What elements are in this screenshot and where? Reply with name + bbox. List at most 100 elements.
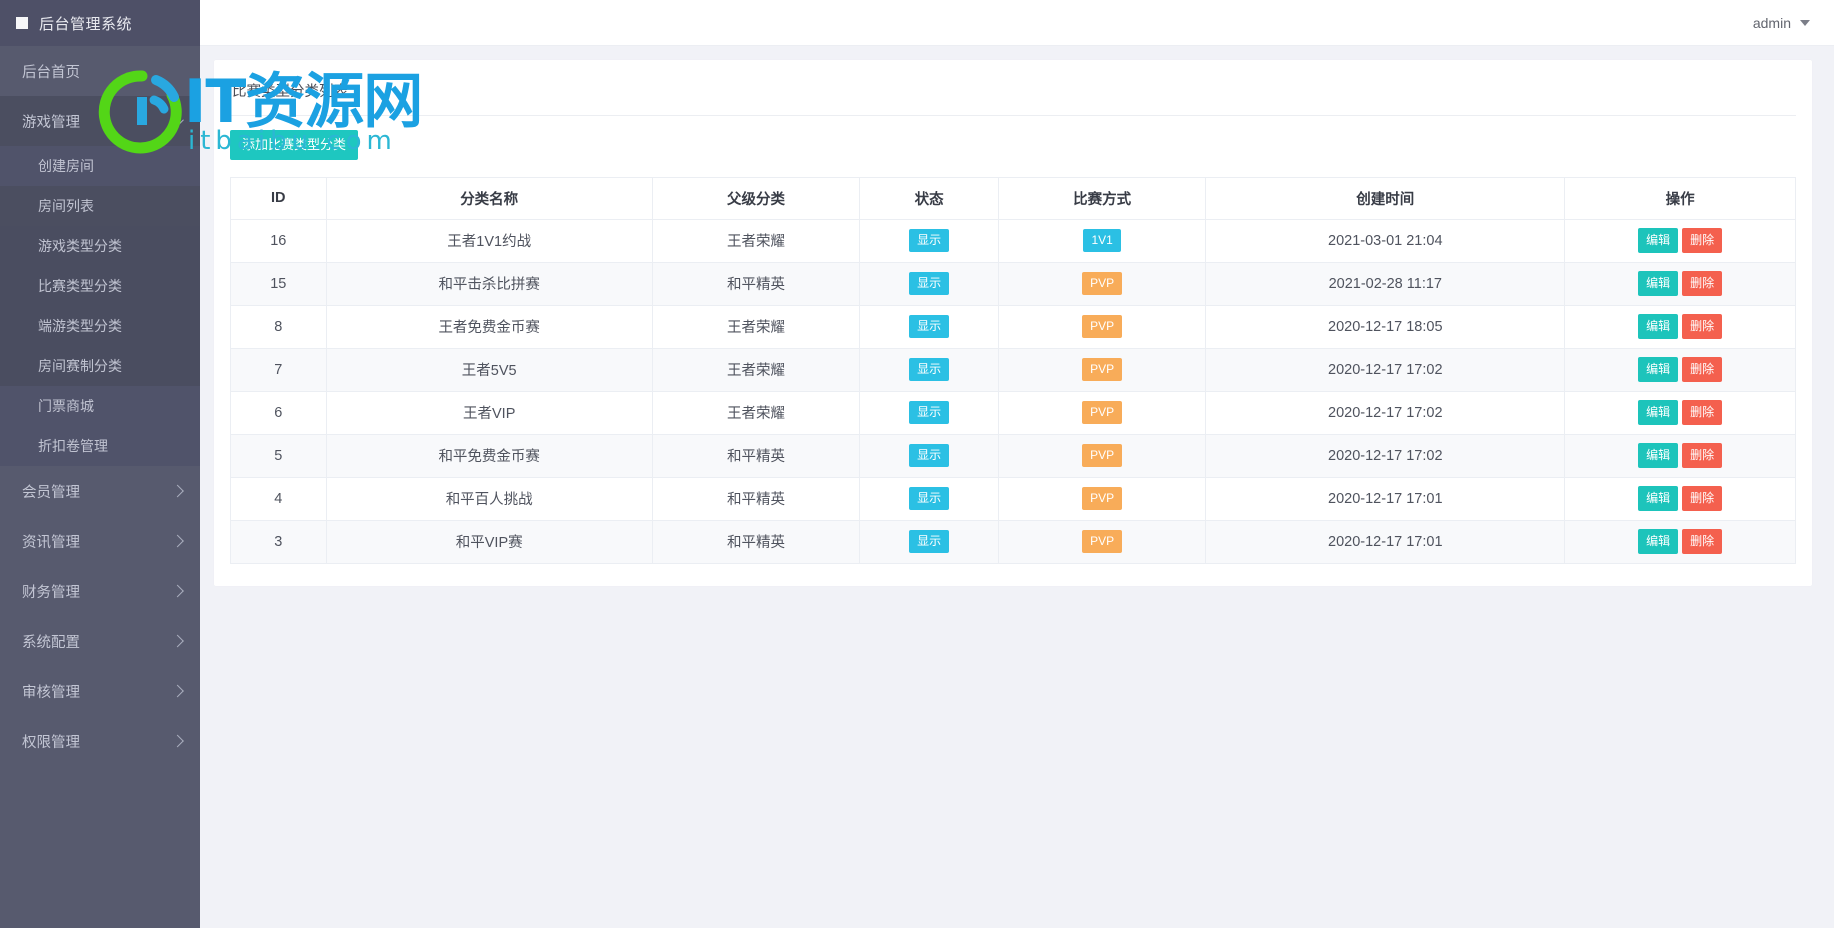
cell-parent: 和平精英 (651, 433, 861, 478)
sidebar-item-label: 房间列表 (38, 198, 94, 214)
sidebar-item-11[interactable]: 资讯管理 (0, 516, 200, 566)
sidebar-item-13[interactable]: 系统配置 (0, 616, 200, 666)
status-badge[interactable]: 显示 (909, 530, 950, 554)
sidebar-item-10[interactable]: 会员管理 (0, 466, 200, 516)
cell-mode: 1V1 (997, 218, 1207, 263)
sidebar-item-9[interactable]: 折扣卷管理 (0, 426, 200, 466)
cell-time: 2021-02-28 11:17 (1205, 261, 1566, 306)
brand-header[interactable]: 后台管理系统 (0, 0, 200, 46)
edit-button[interactable]: 编辑 (1638, 486, 1679, 512)
row-actions: 编辑 删除 (1566, 529, 1794, 555)
sidebar-item-6[interactable]: 端游类型分类 (0, 306, 200, 346)
cell-name: 和平VIP赛 (325, 519, 653, 564)
edit-button[interactable]: 编辑 (1638, 400, 1679, 426)
column-header: 操作 (1564, 176, 1796, 220)
delete-button[interactable]: 删除 (1682, 529, 1723, 555)
delete-button[interactable]: 删除 (1682, 443, 1723, 469)
table-container: ID 分类名称 父级分类 状态 比赛方式 创建时间 操作 16 王者1V1约战 王者荣耀 显示 1V… (230, 176, 1796, 564)
cell-name: 和平百人挑战 (325, 476, 653, 521)
user-menu[interactable]: admin (1753, 15, 1810, 31)
row-actions: 编辑 删除 (1566, 228, 1794, 254)
sidebar-item-label: 系统配置 (22, 634, 80, 651)
cell-actions: 编辑 删除 (1564, 476, 1796, 521)
sidebar-item-8[interactable]: 门票商城 (0, 386, 200, 426)
cell-mode: PVP (997, 347, 1207, 392)
edit-button[interactable]: 编辑 (1638, 443, 1679, 469)
edit-button[interactable]: 编辑 (1638, 271, 1679, 297)
cell-id: 8 (230, 304, 327, 349)
chevron-right-icon (171, 584, 184, 598)
cell-state: 显示 (859, 304, 999, 349)
cell-state: 显示 (859, 218, 999, 263)
delete-button[interactable]: 删除 (1682, 314, 1723, 340)
cell-actions: 编辑 删除 (1564, 347, 1796, 392)
delete-button[interactable]: 删除 (1682, 357, 1723, 383)
sidebar-item-12[interactable]: 财务管理 (0, 566, 200, 616)
sidebar-item-label: 审核管理 (22, 684, 80, 701)
delete-button[interactable]: 删除 (1682, 271, 1723, 297)
sidebar-item-label: 折扣卷管理 (38, 438, 108, 454)
column-header: ID (230, 176, 327, 220)
sidebar-item-0[interactable]: 后台首页 (0, 46, 200, 96)
cell-state: 显示 (859, 476, 999, 521)
delete-button[interactable]: 删除 (1682, 486, 1723, 512)
cell-mode: PVP (997, 390, 1207, 435)
edit-button[interactable]: 编辑 (1638, 357, 1679, 383)
edit-button[interactable]: 编辑 (1638, 529, 1679, 555)
sidebar-item-3[interactable]: 房间列表 (0, 186, 200, 226)
cell-id: 6 (230, 390, 327, 435)
status-badge[interactable]: 显示 (909, 401, 950, 425)
cell-actions: 编辑 删除 (1564, 390, 1796, 435)
column-header: 父级分类 (651, 176, 861, 220)
sidebar-item-5[interactable]: 比赛类型分类 (0, 266, 200, 306)
cell-name: 王者免费金币赛 (325, 304, 653, 349)
topbar: admin (200, 0, 1834, 46)
status-badge[interactable]: 显示 (909, 272, 950, 296)
sidebar-item-label: 会员管理 (22, 484, 80, 501)
chevron-right-icon (171, 534, 184, 548)
match-mode-badge: PVP (1082, 444, 1123, 468)
sidebar-item-15[interactable]: 权限管理 (0, 716, 200, 766)
cell-state: 显示 (859, 261, 999, 306)
cell-mode: PVP (997, 261, 1207, 306)
status-badge[interactable]: 显示 (909, 358, 950, 382)
sidebar-item-2[interactable]: 创建房间 (0, 146, 200, 186)
edit-button[interactable]: 编辑 (1638, 314, 1679, 340)
match-mode-badge: PVP (1082, 315, 1123, 339)
cell-state: 显示 (859, 347, 999, 392)
delete-button[interactable]: 删除 (1682, 400, 1723, 426)
row-actions: 编辑 删除 (1566, 486, 1794, 512)
sidebar-item-7[interactable]: 房间赛制分类 (0, 346, 200, 386)
match-mode-badge: PVP (1082, 401, 1123, 425)
cell-state: 显示 (859, 433, 999, 478)
sidebar-item-14[interactable]: 审核管理 (0, 666, 200, 716)
status-badge[interactable]: 显示 (909, 229, 950, 253)
column-header: 比赛方式 (997, 176, 1207, 220)
cell-actions: 编辑 删除 (1564, 261, 1796, 306)
sidebar-item-1[interactable]: 游戏管理 (0, 96, 200, 146)
sidebar-item-label: 后台首页 (22, 64, 80, 81)
sidebar-item-4[interactable]: 游戏类型分类 (0, 226, 200, 266)
cell-actions: 编辑 删除 (1564, 218, 1796, 263)
cell-name: 王者5V5 (325, 347, 653, 392)
sidebar-item-label: 房间赛制分类 (38, 358, 122, 374)
edit-button[interactable]: 编辑 (1638, 228, 1679, 254)
table-row: 4 和平百人挑战 和平精英 显示 PVP 2020-12-17 17:01 编辑 删除 (230, 476, 1796, 521)
status-badge[interactable]: 显示 (909, 444, 950, 468)
cell-parent: 王者荣耀 (651, 218, 861, 263)
cell-parent: 和平精英 (651, 476, 861, 521)
add-category-button[interactable]: 添加比赛类型分类 (230, 130, 359, 160)
table-head: ID 分类名称 父级分类 状态 比赛方式 创建时间 操作 (230, 176, 1796, 220)
cell-time: 2021-03-01 21:04 (1205, 218, 1566, 263)
cell-name: 和平免费金币赛 (325, 433, 653, 478)
delete-button[interactable]: 删除 (1682, 228, 1723, 254)
table-row: 8 王者免费金币赛 王者荣耀 显示 PVP 2020-12-17 18:05 编辑 删除 (230, 304, 1796, 349)
user-menu-label: admin (1752, 14, 1791, 31)
chevron-right-icon (171, 734, 184, 748)
cell-state: 显示 (859, 519, 999, 564)
table-row: 5 和平免费金币赛 和平精英 显示 PVP 2020-12-17 17:02 编辑 删除 (230, 433, 1796, 478)
status-badge[interactable]: 显示 (909, 487, 950, 511)
sidebar-item-label: 门票商城 (38, 398, 94, 414)
sidebar-item-label: 端游类型分类 (38, 318, 122, 334)
status-badge[interactable]: 显示 (909, 315, 950, 339)
